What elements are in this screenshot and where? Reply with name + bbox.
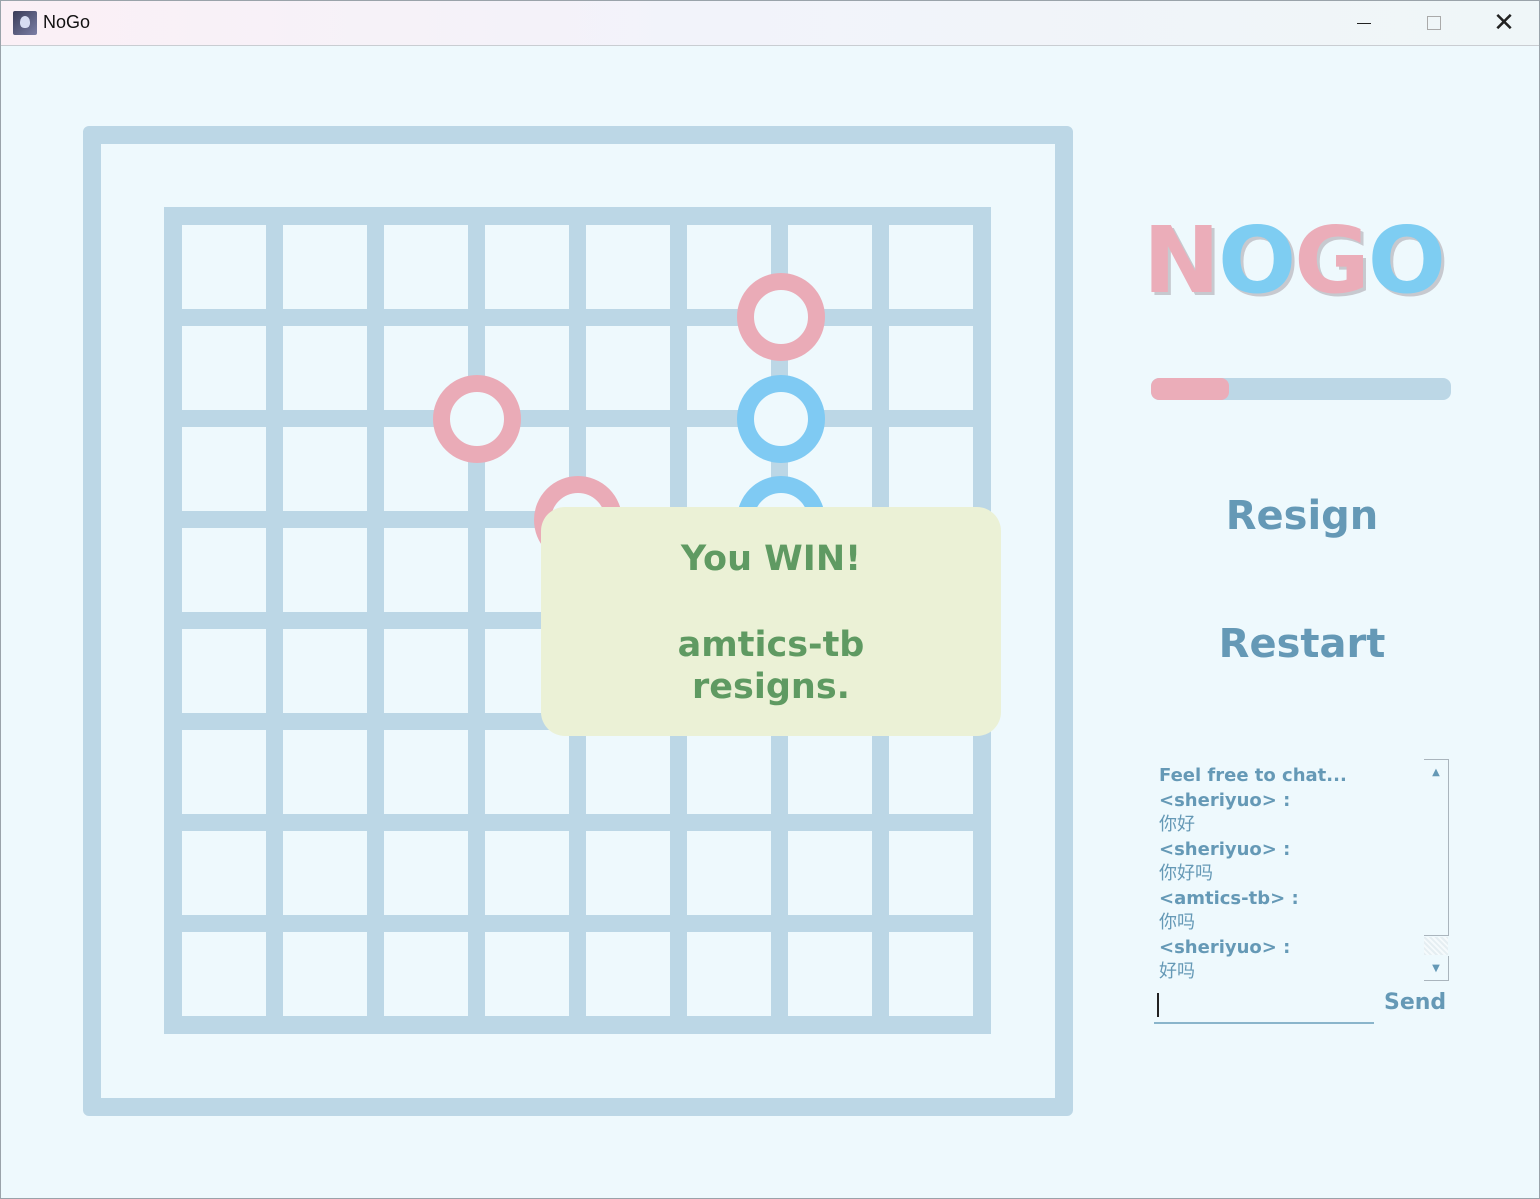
restart-button[interactable]: Restart [1172,621,1432,667]
board-cell[interactable] [687,730,771,814]
resign-button[interactable]: Resign [1172,493,1432,539]
pink-stone [736,273,825,362]
pink-stone [432,374,521,463]
board-cell[interactable] [586,225,670,309]
minimize-button[interactable] [1329,1,1399,45]
board-cell[interactable] [283,427,367,511]
board-cell[interactable] [485,932,569,1016]
nogo-logo: NOGO [1143,207,1446,314]
board-cell[interactable] [889,427,973,511]
board-cell[interactable] [182,932,266,1016]
board-cell[interactable] [889,225,973,309]
board-cell[interactable] [889,932,973,1016]
board-cell[interactable] [182,629,266,713]
chat-scrollbar[interactable]: ▲ ▼ [1424,759,1449,981]
board-cell[interactable] [182,326,266,410]
close-button[interactable]: ✕ [1469,1,1539,45]
chat-message: 你好吗 [1159,863,1213,884]
board-cell[interactable] [283,326,367,410]
board-cell[interactable] [384,831,468,915]
blue-stone [736,374,825,463]
board-cell[interactable] [788,932,872,1016]
board-cell[interactable] [283,831,367,915]
maximize-button[interactable] [1399,1,1469,45]
board-cell[interactable] [384,629,468,713]
board-cell[interactable] [889,730,973,814]
board-cell[interactable] [182,225,266,309]
chat-header: Feel free to chat... [1159,765,1347,786]
logo-letter: N [1143,207,1220,314]
timer-bar-fill [1151,378,1229,400]
maximize-icon [1427,16,1441,30]
board-cell[interactable] [485,831,569,915]
board-cell[interactable] [586,730,670,814]
scroll-up-arrow-icon[interactable]: ▲ [1424,759,1449,784]
app-icon [13,11,37,35]
board-cell[interactable] [889,831,973,915]
chat-message: 好吗 [1159,961,1195,982]
chat-message: 你好 [1159,814,1195,835]
result-title: You WIN! [680,539,862,579]
send-button[interactable]: Send [1384,990,1446,1015]
board-cell[interactable] [384,932,468,1016]
board-cell[interactable] [384,730,468,814]
close-icon: ✕ [1493,8,1515,38]
logo-letter: G [1294,207,1370,314]
scroll-track[interactable] [1424,783,1449,936]
result-player: amtics-tb [677,625,865,665]
timer-bar [1151,378,1451,400]
board-cell[interactable] [384,225,468,309]
board-cell[interactable] [889,326,973,410]
board-cell[interactable] [687,831,771,915]
board-cell[interactable] [283,629,367,713]
window-title: NoGo [43,12,91,32]
board-cell[interactable] [586,932,670,1016]
board-cell[interactable] [182,831,266,915]
board-cell[interactable] [182,730,266,814]
board-cell[interactable] [283,932,367,1016]
logo-letter: O [1218,207,1296,314]
board-cell[interactable] [182,427,266,511]
chat-message: 你吗 [1159,912,1195,933]
board-cell[interactable] [687,932,771,1016]
board-cell[interactable] [485,225,569,309]
chat-log: Feel free to chat... <sheriyuo> : 你好 <sh… [1159,764,1421,984]
chat-sender: <sheriyuo> : [1159,936,1291,958]
board-cell[interactable] [283,528,367,612]
title-bar[interactable]: NoGo ✕ [1,1,1539,46]
chat-sender: <sheriyuo> : [1159,838,1291,860]
result-reason: resigns. [692,667,850,707]
board-cell[interactable] [485,730,569,814]
minimize-icon [1357,22,1371,24]
scroll-down-arrow-icon[interactable]: ▼ [1424,956,1449,981]
chat-sender: <amtics-tb> : [1159,887,1299,909]
board-cell[interactable] [283,225,367,309]
scroll-thumb[interactable] [1424,937,1448,955]
text-caret [1157,993,1159,1017]
board-cell[interactable] [182,528,266,612]
chat-sender: <sheriyuo> : [1159,789,1291,811]
board-cell[interactable] [586,326,670,410]
board-cell[interactable] [586,831,670,915]
board-cell[interactable] [788,730,872,814]
board-cell[interactable] [384,528,468,612]
board-cell[interactable] [788,831,872,915]
board-cell[interactable] [283,730,367,814]
result-dialog[interactable]: You WIN! amtics-tb resigns. [541,507,1001,736]
logo-letter: O [1367,207,1446,314]
chat-input[interactable] [1154,986,1374,1024]
